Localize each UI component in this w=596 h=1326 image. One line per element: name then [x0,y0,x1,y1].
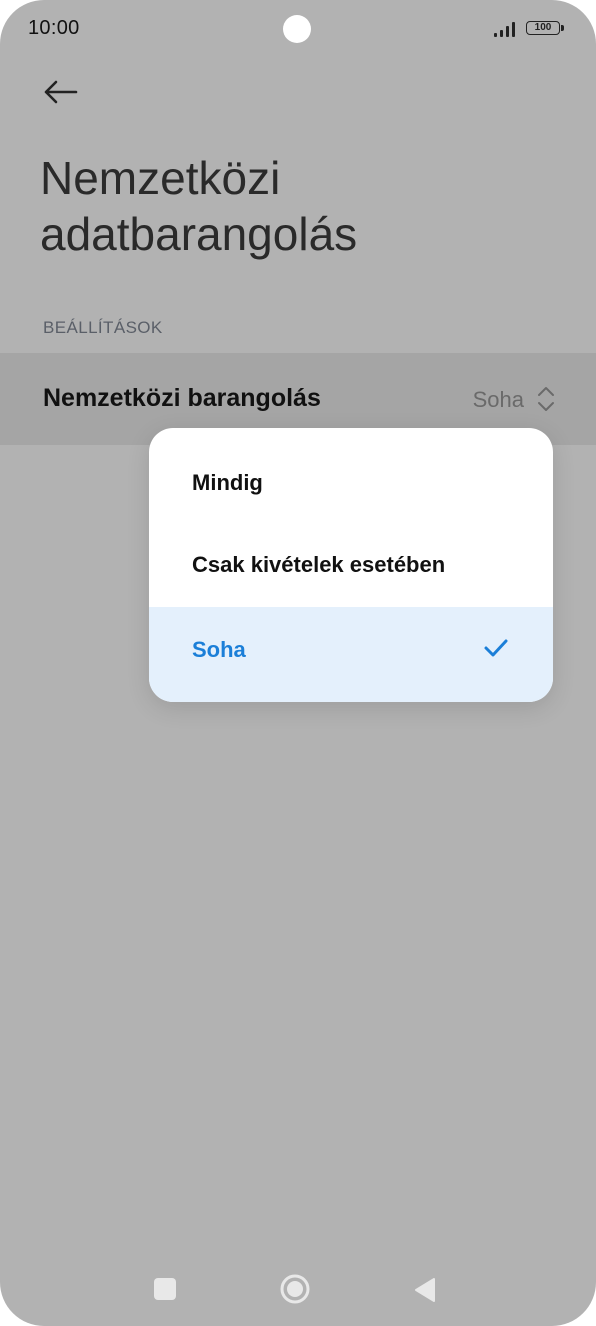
back-button[interactable] [36,68,84,116]
battery-level: 100 [526,21,560,35]
home-icon[interactable] [280,1274,310,1304]
battery-tip [561,25,564,31]
option-mindig[interactable]: Mindig [149,428,553,523]
option-label: Csak kivételek esetében [192,552,446,577]
setting-label: Nemzetközi barangolás [43,384,321,412]
option-label: Soha [192,636,246,662]
roaming-options-dropdown: Mindig Csak kivételek esetében Soha [149,428,553,702]
back-triangle-icon[interactable] [414,1277,436,1303]
section-label: BEÁLLÍTÁSOK [43,318,163,337]
option-csak-kivetelek[interactable]: Csak kivételek esetében [149,523,553,607]
signal-icon [494,22,515,37]
setting-value: Soha [472,387,524,412]
arrow-left-icon [44,80,78,104]
checkmark-icon [484,639,508,657]
chevron-up-down-icon [538,387,554,411]
recent-apps-icon[interactable] [154,1278,176,1300]
status-bar: 10:00 100 [0,0,596,60]
status-clock: 10:00 [28,17,80,39]
phone-screen: 10:00 100 Nemzetközi adatbarangolás BEÁL… [0,0,596,1326]
option-label: Mindig [192,469,263,495]
front-camera-cutout [283,15,311,43]
option-soha-selected[interactable]: Soha [149,607,553,702]
page-title: Nemzetközi adatbarangolás [40,152,358,260]
battery-icon: 100 [526,21,566,37]
